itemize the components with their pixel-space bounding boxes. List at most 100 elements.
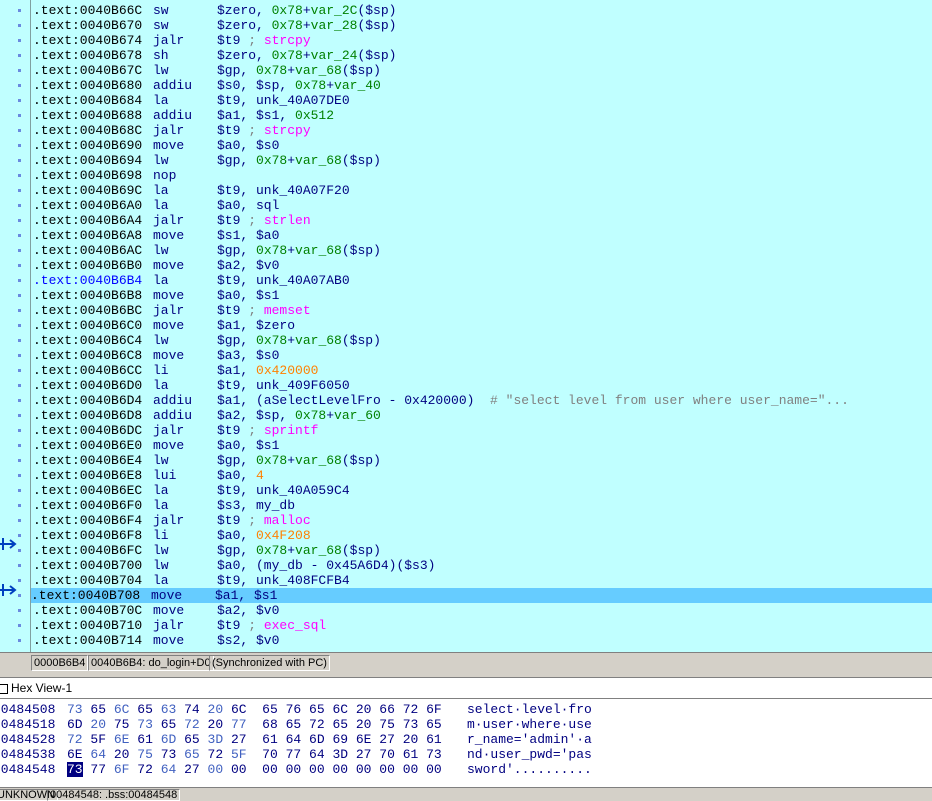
- disasm-line[interactable]: .text:0040B6DC jalr $t9 ; sprintf: [33, 423, 932, 438]
- hex-view[interactable]: 00484508 73 65 6C 65 63 74 20 6C 65 76 65…: [0, 699, 932, 787]
- disasm-line[interactable]: .text:0040B698 nop: [33, 168, 932, 183]
- hex-byte[interactable]: 65: [161, 717, 177, 732]
- hex-byte[interactable]: 27: [231, 732, 247, 747]
- hex-byte[interactable]: 73: [426, 747, 442, 762]
- hex-byte[interactable]: 00: [332, 762, 348, 777]
- disasm-line[interactable]: .text:0040B690 move $a0, $s0: [33, 138, 932, 153]
- hex-byte[interactable]: 3D: [332, 747, 348, 762]
- hex-byte[interactable]: 72: [67, 732, 83, 747]
- hex-byte[interactable]: 20: [208, 717, 224, 732]
- hex-row[interactable]: 00484508 73 65 6C 65 63 74 20 6C 65 76 65…: [0, 702, 932, 717]
- disasm-line[interactable]: .text:0040B6D4 addiu $a1, (aSelectLevelFro…: [33, 393, 932, 408]
- disasm-line[interactable]: .text:0040B6E0 move $a0, $s1: [33, 438, 932, 453]
- disasm-line[interactable]: .text:0040B67C lw $gp, 0x78+var_68($sp): [33, 63, 932, 78]
- hex-byte[interactable]: 00: [231, 762, 247, 777]
- disasm-line[interactable]: .text:0040B6F0 la $s3, my_db: [33, 498, 932, 513]
- disasm-line[interactable]: .text:0040B678 sh $zero, 0x78+var_24($sp): [33, 48, 932, 63]
- hex-byte[interactable]: 73: [161, 747, 177, 762]
- hex-row[interactable]: 00484518 6D 20 75 73 65 72 20 77 68 65 72…: [0, 717, 932, 732]
- disasm-line[interactable]: .text:0040B6D0 la $t9, unk_409F6050: [33, 378, 932, 393]
- hex-byte[interactable]: 74: [184, 702, 200, 717]
- hex-byte[interactable]: 20: [90, 717, 106, 732]
- disasm-line[interactable]: .text:0040B708 move $a1, $s1: [31, 588, 932, 603]
- hex-byte[interactable]: 72: [208, 747, 224, 762]
- disasm-line[interactable]: .text:0040B688 addiu $a1, $s1, 0x512: [33, 108, 932, 123]
- hex-byte[interactable]: 65: [137, 702, 153, 717]
- disasm-line[interactable]: .text:0040B70C move $a2, $v0: [33, 603, 932, 618]
- disasm-line[interactable]: .text:0040B680 addiu $s0, $sp, 0x78+var_40: [33, 78, 932, 93]
- hex-byte[interactable]: 20: [356, 717, 372, 732]
- hex-byte[interactable]: 64: [286, 732, 302, 747]
- hex-byte[interactable]: 6D: [309, 732, 325, 747]
- function-reference[interactable]: strcpy: [264, 33, 311, 48]
- hex-byte[interactable]: 65: [332, 717, 348, 732]
- hex-byte[interactable]: 64: [309, 747, 325, 762]
- hex-byte[interactable]: 6C: [114, 702, 130, 717]
- disasm-line[interactable]: .text:0040B6FC lw $gp, 0x78+var_68($sp): [33, 543, 932, 558]
- hex-ascii[interactable]: r_name='admin'·a: [467, 732, 592, 747]
- disasm-line[interactable]: .text:0040B684 la $t9, unk_40A07DE0: [33, 93, 932, 108]
- hex-byte[interactable]: 00: [426, 762, 442, 777]
- hex-byte[interactable]: 77: [90, 762, 106, 777]
- hex-byte[interactable]: 6E: [356, 732, 372, 747]
- hex-byte[interactable]: 6E: [67, 747, 83, 762]
- function-reference[interactable]: exec_sql: [264, 618, 326, 633]
- hex-byte[interactable]: 20: [208, 702, 224, 717]
- disasm-line[interactable]: .text:0040B714 move $s2, $v0: [33, 633, 932, 648]
- hex-byte[interactable]: 5F: [231, 747, 247, 762]
- hex-byte[interactable]: 75: [114, 717, 130, 732]
- disasm-line[interactable]: .text:0040B69C la $t9, unk_40A07F20: [33, 183, 932, 198]
- disasm-line[interactable]: .text:0040B694 lw $gp, 0x78+var_68($sp): [33, 153, 932, 168]
- hex-byte[interactable]: 65: [90, 702, 106, 717]
- hex-byte[interactable]: 64: [161, 762, 177, 777]
- hex-byte[interactable]: 6F: [426, 702, 442, 717]
- hex-byte[interactable]: 6F: [114, 762, 130, 777]
- function-reference[interactable]: malloc: [264, 513, 311, 528]
- disasm-line[interactable]: .text:0040B6E8 lui $a0, 4: [33, 468, 932, 483]
- disasm-line[interactable]: .text:0040B674 jalr $t9 ; strcpy: [33, 33, 932, 48]
- disasm-line[interactable]: .text:0040B6E4 lw $gp, 0x78+var_68($sp): [33, 453, 932, 468]
- hex-byte[interactable]: 73: [403, 717, 419, 732]
- disasm-line[interactable]: .text:0040B6AC lw $gp, 0x78+var_68($sp): [33, 243, 932, 258]
- hex-bytes[interactable]: 6E 64 20 75 73 65 72 5F 70 77 64 3D 27 7…: [67, 747, 442, 762]
- hex-byte[interactable]: 65: [309, 702, 325, 717]
- function-reference[interactable]: strlen: [264, 213, 311, 228]
- hex-bytes[interactable]: 72 5F 6E 61 6D 65 3D 27 61 64 6D 69 6E 2…: [67, 732, 442, 747]
- hex-byte[interactable]: 20: [114, 747, 130, 762]
- hex-byte[interactable]: 77: [231, 717, 247, 732]
- disasm-line[interactable]: .text:0040B6A8 move $s1, $a0: [33, 228, 932, 243]
- hex-byte[interactable]: 00: [356, 762, 372, 777]
- disasm-line[interactable]: .text:0040B6A4 jalr $t9 ; strlen: [33, 213, 932, 228]
- disasm-line[interactable]: .text:0040B700 lw $a0, (my_db - 0x45A6D4)(…: [33, 558, 932, 573]
- disasm-line[interactable]: .text:0040B6A0 la $a0, sql: [33, 198, 932, 213]
- hex-byte[interactable]: 68: [262, 717, 278, 732]
- hex-byte[interactable]: 65: [184, 732, 200, 747]
- hex-byte[interactable]: 6C: [231, 702, 247, 717]
- hex-byte[interactable]: 72: [137, 762, 153, 777]
- hex-byte[interactable]: 00: [309, 762, 325, 777]
- hex-byte[interactable]: 61: [426, 732, 442, 747]
- disasm-line[interactable]: .text:0040B6BC jalr $t9 ; memset: [33, 303, 932, 318]
- hex-byte[interactable]: 00: [262, 762, 278, 777]
- hex-bytes[interactable]: 73 65 6C 65 63 74 20 6C 65 76 65 6C 20 6…: [67, 702, 442, 717]
- disasm-line[interactable]: .text:0040B670 sw $zero, 0x78+var_28($sp): [33, 18, 932, 33]
- hex-byte[interactable]: 77: [286, 747, 302, 762]
- hex-byte[interactable]: 20: [356, 702, 372, 717]
- disasm-line[interactable]: .text:0040B6B8 move $a0, $s1: [33, 288, 932, 303]
- hex-byte[interactable]: 6D: [67, 717, 83, 732]
- hex-byte[interactable]: 73: [67, 702, 83, 717]
- hex-byte[interactable]: 70: [379, 747, 395, 762]
- hex-ascii[interactable]: sword'..........: [467, 762, 592, 777]
- hex-ascii[interactable]: nd·user_pwd='pas: [467, 747, 592, 762]
- hex-byte[interactable]: 61: [262, 732, 278, 747]
- disassembly-view[interactable]: .text:0040B66C sw $zero, 0x78+var_2C($sp).…: [0, 0, 932, 652]
- hex-byte[interactable]: 27: [379, 732, 395, 747]
- disasm-line[interactable]: .text:0040B6C4 lw $gp, 0x78+var_68($sp): [33, 333, 932, 348]
- hex-byte[interactable]: 73: [67, 762, 83, 777]
- hex-ascii[interactable]: m·user·where·use: [467, 717, 592, 732]
- hex-byte[interactable]: 6D: [161, 732, 177, 747]
- disasm-line[interactable]: .text:0040B66C sw $zero, 0x78+var_2C($sp): [33, 3, 932, 18]
- hex-byte[interactable]: 73: [137, 717, 153, 732]
- disasm-line[interactable]: .text:0040B6C8 move $a3, $s0: [33, 348, 932, 363]
- disasm-line[interactable]: .text:0040B710 jalr $t9 ; exec_sql: [33, 618, 932, 633]
